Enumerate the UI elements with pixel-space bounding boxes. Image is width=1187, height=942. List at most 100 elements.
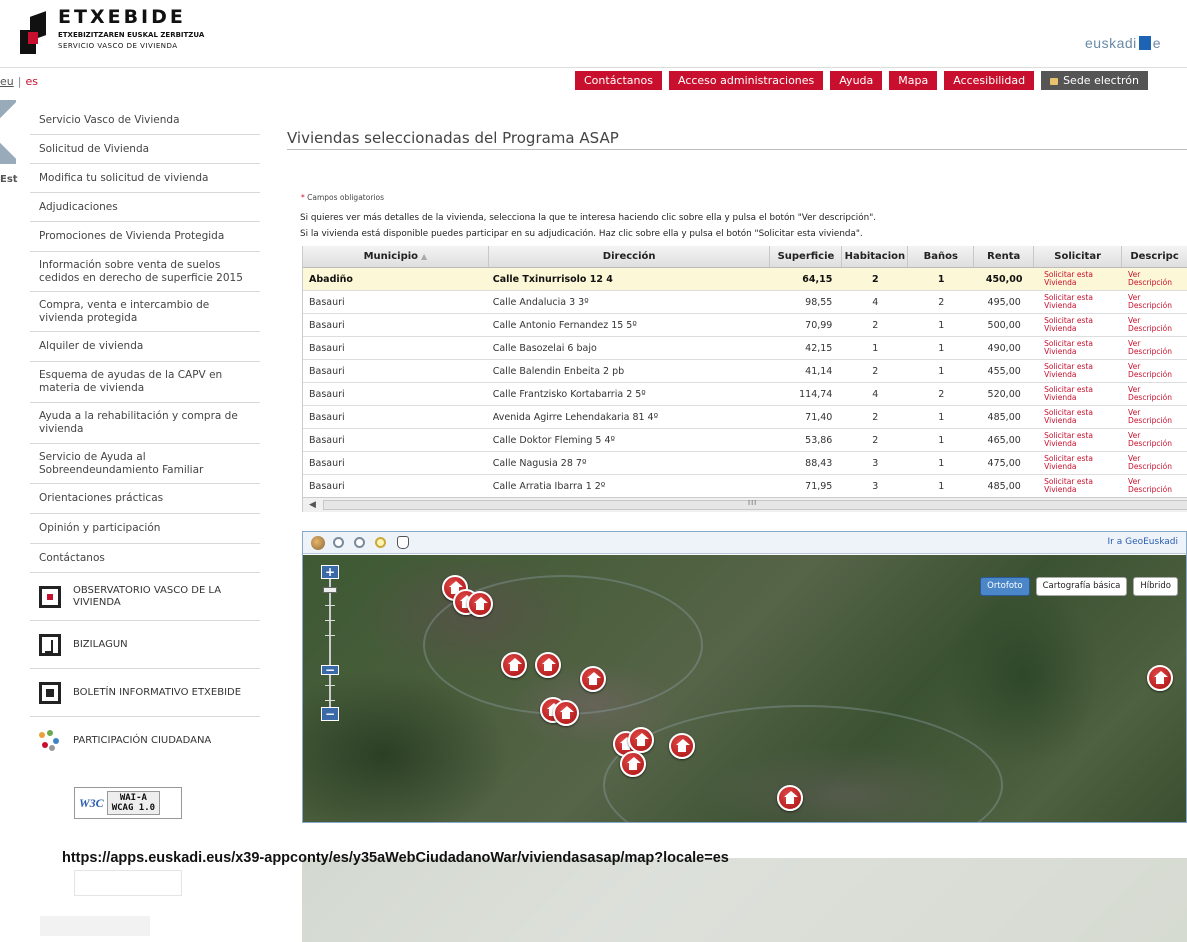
sidebar-item-sobreendeudamiento[interactable]: Servicio de Ayuda al Sobreendeundamiento… [30, 444, 260, 484]
w3c-wai-badge[interactable]: W3C WAI-A WCAG 1.0 [74, 787, 182, 819]
sidebar-item-modifica-solicitud[interactable]: Modifica tu solicitud de vivienda [30, 164, 260, 193]
left-edge-fragment: Est [0, 174, 18, 185]
ver-descripcion-link[interactable]: Ver Descripción [1122, 452, 1187, 474]
left-edge-decoration [0, 100, 16, 120]
solicitar-link[interactable]: Solicitar esta Vivienda [1034, 383, 1122, 405]
house-marker-icon[interactable] [553, 700, 579, 726]
table-row[interactable]: Basauri Calle Frantzisko Kortabarria 2 5º… [303, 383, 1187, 406]
table-row[interactable]: Basauri Calle Balendin Enbeita 2 pb 41,14 2… [303, 360, 1187, 383]
globe-icon[interactable] [311, 536, 325, 550]
sidebar-box-participacion[interactable]: PARTICIPACIÓN CIUDADANA [30, 717, 260, 765]
sidebar-box-observatorio[interactable]: OBSERVATORIO VASCO DE LA VIVIENDA [30, 573, 260, 621]
zoom-level-marker[interactable]: − [321, 664, 339, 676]
table-row[interactable]: Basauri Calle Nagusia 28 7º 88,43 3 1 475,00 S… [303, 452, 1187, 475]
pan-hand-icon[interactable] [397, 536, 409, 549]
col-descripcion[interactable]: Descripc [1122, 246, 1187, 267]
solicitar-link[interactable]: Solicitar esta Vivienda [1034, 314, 1122, 336]
sidebar-item-solicitud[interactable]: Solicitud de Vivienda [30, 135, 260, 164]
sidebar-item-orientaciones[interactable]: Orientaciones prácticas [30, 484, 260, 514]
cell-habitaciones: 1 [872, 343, 879, 354]
solicitar-link[interactable]: Solicitar esta Vivienda [1034, 337, 1122, 359]
zoom-in-button[interactable]: + [321, 565, 339, 579]
ver-descripcion-link[interactable]: Ver Descripción [1122, 291, 1187, 313]
lang-eu-link[interactable]: eu [0, 75, 14, 88]
nav-mapa[interactable]: Mapa [889, 71, 938, 90]
col-banos[interactable]: Baños [908, 246, 975, 267]
solicitar-link[interactable]: Solicitar esta Vivienda [1034, 406, 1122, 428]
house-marker-icon[interactable] [467, 591, 493, 617]
house-marker-icon[interactable] [628, 727, 654, 753]
solicitar-link[interactable]: Solicitar esta Vivienda [1034, 360, 1122, 382]
col-direccion[interactable]: Dirección [489, 246, 771, 267]
table-row[interactable]: Basauri Calle Arratia Ibarra 1 2º 71,95 3 1 4… [303, 475, 1187, 498]
geoeuskadi-link[interactable]: Ir a GeoEuskadi [1108, 537, 1178, 547]
solicitar-link[interactable]: Solicitar esta Vivienda [1034, 452, 1122, 474]
sidebar-item-adjudicaciones[interactable]: Adjudicaciones [30, 193, 260, 222]
sidebar-item-promociones[interactable]: Promociones de Vivienda Protegida [30, 222, 260, 252]
cell-habitaciones: 2 [872, 320, 879, 331]
map-canvas[interactable]: + − − Ortofoto Cartografía básica Híbrid… [303, 555, 1186, 822]
layer-ortofoto[interactable]: Ortofoto [980, 577, 1030, 596]
house-marker-icon[interactable] [620, 751, 646, 777]
nav-contactanos[interactable]: Contáctanos [575, 71, 662, 90]
layer-hibrido[interactable]: Híbrido [1133, 577, 1178, 596]
sidebar-item-rehabilitacion[interactable]: Ayuda a la rehabilitación y compra de vi… [30, 403, 260, 444]
sidebar-box-bizilagun[interactable]: BIZILAGUN [30, 621, 260, 669]
ver-descripcion-link[interactable]: Ver Descripción [1122, 337, 1187, 359]
ver-descripcion-link[interactable]: Ver Descripción [1122, 383, 1187, 405]
nav-ayuda[interactable]: Ayuda [830, 71, 883, 90]
info-tool-icon[interactable] [375, 537, 386, 548]
table-row[interactable]: Basauri Calle Basozelai 6 bajo 42,15 1 1 490,… [303, 337, 1187, 360]
zoom-slider-knob[interactable] [323, 587, 337, 593]
house-marker-icon[interactable] [669, 733, 695, 759]
table-row[interactable]: Abadiño Calle Txinurrisolo 12 4 64,15 2 1 450… [303, 268, 1187, 291]
ver-descripcion-link[interactable]: Ver Descripción [1122, 429, 1187, 451]
etxebide-logo[interactable]: ETXEBIDE ETXEBIZITZAREN EUSKAL ZERBITZUA… [20, 6, 220, 60]
table-row[interactable]: Basauri Calle Antonio Fernandez 15 5º 70,9… [303, 314, 1187, 337]
sidebar-item-venta-suelos[interactable]: Información sobre venta de suelos cedido… [30, 252, 260, 292]
table-row[interactable]: Basauri Calle Andalucia 3 3º 98,55 4 2 495,00… [303, 291, 1187, 314]
col-renta[interactable]: Renta [974, 246, 1035, 267]
house-marker-icon[interactable] [580, 666, 606, 692]
col-solicitar[interactable]: Solicitar [1034, 246, 1123, 267]
sidebar-item-contactanos[interactable]: Contáctanos [30, 544, 260, 573]
lang-es-link[interactable]: es [25, 75, 38, 88]
nav-sede-electronica[interactable]: Sede electrón [1041, 71, 1149, 90]
nav-acceso-administraciones[interactable]: Acceso administraciones [668, 71, 824, 90]
solicitar-link[interactable]: Solicitar esta Vivienda [1034, 475, 1122, 497]
house-marker-icon[interactable] [535, 652, 561, 678]
table-row[interactable]: Basauri Calle Doktor Fleming 5 4º 53,86 2 1 4… [303, 429, 1187, 452]
cell-direccion: Calle Arratia Ibarra 1 2º [492, 481, 606, 492]
ver-descripcion-link[interactable]: Ver Descripción [1122, 406, 1187, 428]
euskadi-logo[interactable]: euskadi e [1085, 34, 1161, 52]
house-marker-icon[interactable] [1147, 665, 1173, 691]
sidebar-item-servicio-vasco[interactable]: Servicio Vasco de Vivienda [30, 106, 260, 135]
sidebar-item-alquiler[interactable]: Alquiler de vivienda [30, 332, 260, 362]
solicitar-link[interactable]: Solicitar esta Vivienda [1034, 429, 1122, 451]
sidebar-item-compra-venta[interactable]: Compra, venta e intercambio de vivienda … [30, 292, 260, 332]
layer-cartografia[interactable]: Cartografía básica [1035, 577, 1128, 596]
solicitar-link[interactable]: Solicitar esta Vivienda [1034, 268, 1122, 290]
sidebar-box-boletin[interactable]: BOLETÍN INFORMATIVO ETXEBIDE [30, 669, 260, 717]
ver-descripcion-link[interactable]: Ver Descripción [1122, 314, 1187, 336]
house-marker-icon[interactable] [501, 652, 527, 678]
zoom-out-button[interactable]: − [321, 707, 339, 721]
horizontal-scrollbar[interactable]: ◀ III [303, 497, 1187, 512]
sidebar-item-opinion[interactable]: Opinión y participación [30, 514, 260, 544]
map-zoom-bar: + − − [321, 565, 341, 735]
ver-descripcion-link[interactable]: Ver Descripción [1122, 475, 1187, 497]
zoom-in-tool-icon[interactable] [333, 537, 344, 548]
ver-descripcion-link[interactable]: Ver Descripción [1122, 360, 1187, 382]
table-row[interactable]: Basauri Avenida Agirre Lehendakaria 81 4º… [303, 406, 1187, 429]
house-marker-icon[interactable] [777, 785, 803, 811]
solicitar-link[interactable]: Solicitar esta Vivienda [1034, 291, 1122, 313]
col-municipio[interactable]: Municipio ▲ [303, 246, 489, 267]
nav-accesibilidad[interactable]: Accesibilidad [944, 71, 1035, 90]
scroll-left-icon[interactable]: ◀ [309, 500, 316, 510]
col-habitaciones[interactable]: Habitacion [842, 246, 909, 267]
col-superficie[interactable]: Superficie [770, 246, 843, 267]
map-toolbar: Ir a GeoEuskadi [303, 532, 1186, 554]
sidebar-item-esquema-ayudas[interactable]: Esquema de ayudas de la CAPV en materia … [30, 362, 260, 403]
zoom-out-tool-icon[interactable] [354, 537, 365, 548]
ver-descripcion-link[interactable]: Ver Descripción [1122, 268, 1187, 290]
